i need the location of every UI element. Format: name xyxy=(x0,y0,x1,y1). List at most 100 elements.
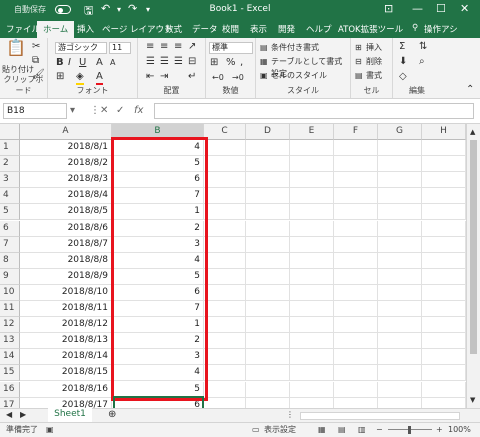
cell-empty[interactable] xyxy=(378,156,422,173)
find-select-icon[interactable]: ⌕ xyxy=(419,56,425,68)
cell-empty[interactable] xyxy=(204,317,246,334)
cell-date[interactable]: 2018/8/12 xyxy=(20,317,112,334)
cell-empty[interactable] xyxy=(422,365,466,382)
row-header[interactable]: 15 xyxy=(0,365,20,382)
cell-empty[interactable] xyxy=(422,172,466,189)
increase-decimal-icon[interactable]: ←0 xyxy=(212,72,224,84)
font-shrink-icon[interactable]: A xyxy=(110,57,115,69)
cell-empty[interactable] xyxy=(290,236,334,253)
cell-empty[interactable] xyxy=(378,365,422,382)
cell-empty[interactable] xyxy=(378,220,422,237)
row-header[interactable]: 4 xyxy=(0,188,20,205)
next-sheet-icon[interactable]: ▶ xyxy=(20,409,26,421)
cell-empty[interactable] xyxy=(290,317,334,334)
cell-empty[interactable] xyxy=(246,188,290,205)
cell-value[interactable]: 7 xyxy=(112,301,204,317)
row-header[interactable]: 3 xyxy=(0,172,20,189)
cell-empty[interactable] xyxy=(246,156,290,173)
cell-empty[interactable] xyxy=(378,172,422,189)
tab-tell-me[interactable]: 操作アシ xyxy=(424,23,458,35)
cell-empty[interactable] xyxy=(378,204,422,221)
cell-empty[interactable] xyxy=(334,204,378,221)
cell-empty[interactable] xyxy=(204,156,246,173)
cell-empty[interactable] xyxy=(422,268,466,285)
cell-value[interactable]: 5 xyxy=(112,268,204,285)
cell-empty[interactable] xyxy=(290,252,334,269)
select-all-corner[interactable] xyxy=(0,124,20,140)
cell-empty[interactable] xyxy=(204,220,246,237)
align-center-icon[interactable]: ☰ xyxy=(160,56,169,68)
format-as-table-icon[interactable]: ▦ xyxy=(260,56,268,68)
cell-empty[interactable] xyxy=(246,220,290,237)
cell-date[interactable]: 2018/8/4 xyxy=(20,188,112,205)
cell-empty[interactable] xyxy=(422,301,466,317)
cell-date[interactable]: 2018/8/6 xyxy=(20,220,112,237)
cell-value[interactable]: 4 xyxy=(112,365,204,382)
collapse-ribbon-icon[interactable]: ⌃ xyxy=(466,84,474,96)
fill-icon[interactable]: ⬇ xyxy=(399,56,407,68)
indent-decrease-icon[interactable]: ⇤ xyxy=(146,71,154,83)
row-header[interactable]: 5 xyxy=(0,204,20,221)
percent-icon[interactable]: % xyxy=(226,57,236,69)
cell-empty[interactable] xyxy=(204,252,246,269)
tab-formulas[interactable]: 数式 xyxy=(165,23,182,35)
tab-developer[interactable]: 開発 xyxy=(278,23,295,35)
cell-empty[interactable] xyxy=(290,188,334,205)
cell-value[interactable]: 1 xyxy=(112,204,204,221)
cell-empty[interactable] xyxy=(204,333,246,350)
conditional-format-button[interactable]: 条件付き書式 xyxy=(271,42,319,54)
merge-center-icon[interactable]: ⊟ xyxy=(188,56,196,68)
row-header[interactable]: 9 xyxy=(0,268,20,285)
clear-icon[interactable]: ◇ xyxy=(399,71,407,83)
cell-date[interactable]: 2018/8/5 xyxy=(20,204,112,221)
format-cells-button[interactable]: 書式 xyxy=(366,70,382,82)
cell-styles-button[interactable]: セルのスタイル xyxy=(271,70,327,82)
cell-empty[interactable] xyxy=(334,284,378,301)
fill-color-icon[interactable]: ◈ xyxy=(76,71,84,85)
display-settings-button[interactable]: 表示設定 xyxy=(264,423,296,436)
cell-empty[interactable] xyxy=(290,156,334,173)
cell-value[interactable]: 3 xyxy=(112,349,204,366)
zoom-out-icon[interactable]: − xyxy=(376,423,383,436)
cell-value[interactable]: 2 xyxy=(112,333,204,350)
insert-cells-icon[interactable]: ⊞ xyxy=(355,42,362,54)
cell-empty[interactable] xyxy=(290,284,334,301)
minimize-icon[interactable]: — xyxy=(412,2,423,15)
cell-empty[interactable] xyxy=(204,204,246,221)
cell-empty[interactable] xyxy=(334,252,378,269)
scroll-up-icon[interactable]: ▲ xyxy=(470,126,475,138)
cell-empty[interactable] xyxy=(422,140,466,156)
cell-styles-icon[interactable]: ▣ xyxy=(260,70,268,82)
cell-value[interactable]: 4 xyxy=(112,140,204,156)
cell-value[interactable]: 1 xyxy=(112,317,204,334)
cell-empty[interactable] xyxy=(290,333,334,350)
cell-date[interactable]: 2018/8/1 xyxy=(20,140,112,156)
cancel-icon[interactable]: ✕ xyxy=(100,105,108,116)
page-break-view-icon[interactable]: ▥ xyxy=(358,423,366,436)
zoom-level[interactable]: 100% xyxy=(448,423,471,436)
cell-empty[interactable] xyxy=(290,220,334,237)
cell-empty[interactable] xyxy=(334,333,378,350)
cell-empty[interactable] xyxy=(378,284,422,301)
cell-empty[interactable] xyxy=(204,284,246,301)
cell-empty[interactable] xyxy=(378,333,422,350)
align-bottom-icon[interactable]: ≡ xyxy=(174,41,182,53)
insert-cells-button[interactable]: 挿入 xyxy=(366,42,382,54)
cell-date[interactable]: 2018/8/9 xyxy=(20,268,112,285)
cell-empty[interactable] xyxy=(334,236,378,253)
orientation-icon[interactable]: ↗ xyxy=(188,41,196,53)
cell-empty[interactable] xyxy=(290,172,334,189)
row-header[interactable]: 10 xyxy=(0,284,20,301)
cell-empty[interactable] xyxy=(290,381,334,398)
cell-empty[interactable] xyxy=(378,301,422,317)
maximize-icon[interactable]: ☐ xyxy=(436,2,446,15)
cell-value[interactable]: 7 xyxy=(112,188,204,205)
cell-empty[interactable] xyxy=(204,349,246,366)
cell-empty[interactable] xyxy=(246,349,290,366)
column-header-f[interactable]: F xyxy=(334,124,378,140)
cell-empty[interactable] xyxy=(334,156,378,173)
delete-cells-button[interactable]: 削除 xyxy=(366,56,382,68)
tab-file[interactable]: ファイル xyxy=(6,23,40,35)
cell-empty[interactable] xyxy=(334,365,378,382)
close-icon[interactable]: ✕ xyxy=(460,2,469,15)
